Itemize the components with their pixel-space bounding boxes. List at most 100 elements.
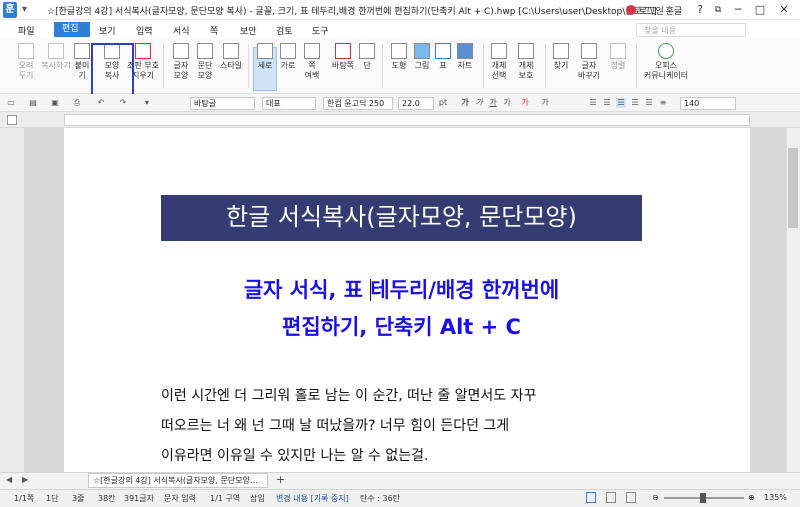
- copy-button[interactable]: 복사하기: [40, 43, 72, 71]
- style-icon: [223, 43, 239, 59]
- paragraph-line-3[interactable]: 이유라면 이유일 수 있지만 나는 알 수 없는걸.: [161, 445, 428, 465]
- select-object-button[interactable]: 개체 선택: [484, 43, 514, 81]
- copy-icon: [48, 43, 64, 59]
- para-shape-icon: [197, 43, 213, 59]
- paste-button[interactable]: 붙이기: [71, 43, 93, 81]
- shape-icon: [391, 43, 407, 59]
- communicator-icon: [658, 43, 674, 59]
- quick-access-dropdown-icon[interactable]: ▾: [22, 4, 27, 15]
- heading-line-2[interactable]: 편집하기, 단축키 Alt + C: [161, 311, 642, 341]
- restore-down-button[interactable]: ⧉: [710, 2, 726, 18]
- ruler-toggle-icon[interactable]: [7, 115, 17, 125]
- font-size-input[interactable]: 22.0: [398, 97, 434, 110]
- cut-button[interactable]: 오려 두기: [11, 43, 41, 81]
- language-select[interactable]: 대표: [262, 97, 316, 110]
- login-button[interactable]: 로그인: [639, 4, 664, 17]
- status-page[interactable]: 1/1쪽: [14, 493, 34, 504]
- text-cursor: [370, 279, 371, 301]
- close-button[interactable]: ✕: [776, 2, 792, 18]
- margin-icon: [304, 43, 320, 59]
- status-insert[interactable]: 삽입: [250, 493, 265, 504]
- status-line: 3줄: [72, 494, 85, 503]
- menu-tools[interactable]: 도구: [312, 24, 329, 37]
- tab-prev-icon[interactable]: ◀: [6, 475, 12, 484]
- bold-icon[interactable]: 가: [460, 98, 470, 108]
- column-button[interactable]: 단: [352, 43, 382, 71]
- window-title: ☆[한글강의 4강] 서식복사(글자모양, 문단모양 복사) - 글꼴, 크기,…: [47, 7, 683, 17]
- align-left-icon[interactable]: ☰: [602, 98, 612, 108]
- redo-icon[interactable]: ↷: [118, 98, 128, 108]
- undo-icon[interactable]: ↶: [96, 98, 106, 108]
- menu-review[interactable]: 검토: [276, 24, 293, 37]
- horizontal-ruler[interactable]: [64, 114, 750, 126]
- master-page-icon: [335, 43, 351, 59]
- banner-title[interactable]: 한글 서식복사(글자모양, 문단모양): [161, 198, 642, 236]
- chart-icon: [457, 43, 473, 59]
- font-color-icon[interactable]: 가: [520, 98, 530, 108]
- login-icon[interactable]: [626, 5, 636, 15]
- ribbon-separator: [163, 44, 164, 88]
- paragraph-line-1[interactable]: 이런 시간엔 더 그리워 홀로 남는 이 순간, 떠난 줄 알면서도 자꾸: [161, 385, 536, 405]
- menu-insert[interactable]: 입력: [136, 24, 153, 37]
- scissors-icon: [18, 43, 34, 59]
- italic-icon[interactable]: 가: [474, 98, 484, 108]
- align-right-icon[interactable]: ☰: [630, 98, 640, 108]
- dropdown-icon[interactable]: ▾: [142, 98, 152, 108]
- minimize-button[interactable]: ─: [730, 2, 746, 18]
- office-communicator-button[interactable]: 오피스 커뮤니케이터: [636, 43, 696, 81]
- status-track-changes[interactable]: 변경 내용 [기록 중지]: [276, 493, 349, 504]
- ribbon-separator: [248, 44, 249, 88]
- open-folder-icon[interactable]: ▤: [28, 98, 38, 108]
- status-zoom[interactable]: 135%: [764, 493, 787, 502]
- zoom-slider-handle[interactable]: [700, 493, 706, 503]
- menu-format[interactable]: 서식: [173, 24, 190, 37]
- column-icon: [359, 43, 375, 59]
- zoom-in-icon[interactable]: ⊕: [748, 493, 755, 502]
- print-icon[interactable]: ⎙: [72, 98, 82, 108]
- menu-security[interactable]: 보안: [240, 24, 257, 37]
- align-justify-icon[interactable]: ☰: [588, 98, 598, 108]
- normal-view-icon[interactable]: [586, 492, 596, 503]
- strikethrough-icon[interactable]: 가: [502, 98, 512, 108]
- replace-button[interactable]: 글자 바꾸기: [572, 43, 606, 81]
- table-icon: [435, 43, 451, 59]
- select-object-icon: [491, 43, 507, 59]
- replace-icon: [581, 43, 597, 59]
- portrait-icon: [257, 43, 273, 59]
- zoom-select[interactable]: 140: [680, 97, 736, 110]
- menu-edit[interactable]: 편집: [54, 22, 90, 37]
- zoom-out-icon[interactable]: ⊖: [652, 493, 659, 502]
- underline-icon[interactable]: 가: [488, 98, 498, 108]
- style-select[interactable]: 바탕글: [190, 97, 255, 110]
- align-distribute-icon[interactable]: ☰: [644, 98, 654, 108]
- margin-button[interactable]: 쪽 여백: [297, 43, 327, 81]
- status-area: 1/1 구역: [210, 494, 241, 503]
- menu-view[interactable]: 보기: [99, 24, 116, 37]
- style-button[interactable]: 스타일: [216, 43, 246, 71]
- font-select[interactable]: 한컴 윤고딕 250: [323, 97, 393, 110]
- highlight-color-icon[interactable]: 가: [540, 98, 550, 108]
- new-doc-icon[interactable]: ▭: [6, 98, 16, 108]
- fullpage-view-icon[interactable]: [626, 492, 636, 503]
- add-tab-button[interactable]: +: [276, 473, 285, 486]
- save-icon[interactable]: ▣: [50, 98, 60, 108]
- chart-button[interactable]: 차트: [450, 43, 480, 71]
- sort-icon: [610, 43, 626, 59]
- menu-page[interactable]: 쪽: [210, 24, 218, 37]
- align-center-icon[interactable]: ☰: [616, 98, 626, 108]
- document-tab[interactable]: ☆[한글강의 4강] 서식복사(글자모양, 문단모양…: [88, 473, 268, 488]
- menu-file[interactable]: 파일: [18, 24, 35, 37]
- help-button[interactable]: ?: [692, 2, 708, 18]
- tab-next-icon[interactable]: ▶: [22, 475, 28, 484]
- sort-button[interactable]: 정렬: [603, 43, 633, 71]
- find-icon: [553, 43, 569, 59]
- paragraph-line-2[interactable]: 떠오르는 너 왜 넌 그때 날 떠났을까? 너무 힘이 든다던 그게: [161, 415, 509, 435]
- hwp-logo-icon[interactable]: 훈: [3, 2, 17, 18]
- status-pagetype: 탄수 : 36탄: [360, 494, 401, 503]
- page-view-icon[interactable]: [606, 492, 616, 503]
- heading-line-1[interactable]: 글자 서식, 표 테두리/배경 한꺼번에: [161, 274, 642, 304]
- protect-object-button[interactable]: 개체 보호: [511, 43, 541, 81]
- line-spacing-icon[interactable]: ≡: [658, 98, 668, 108]
- maximize-button[interactable]: □: [752, 2, 768, 18]
- scrollbar-thumb[interactable]: [788, 148, 798, 228]
